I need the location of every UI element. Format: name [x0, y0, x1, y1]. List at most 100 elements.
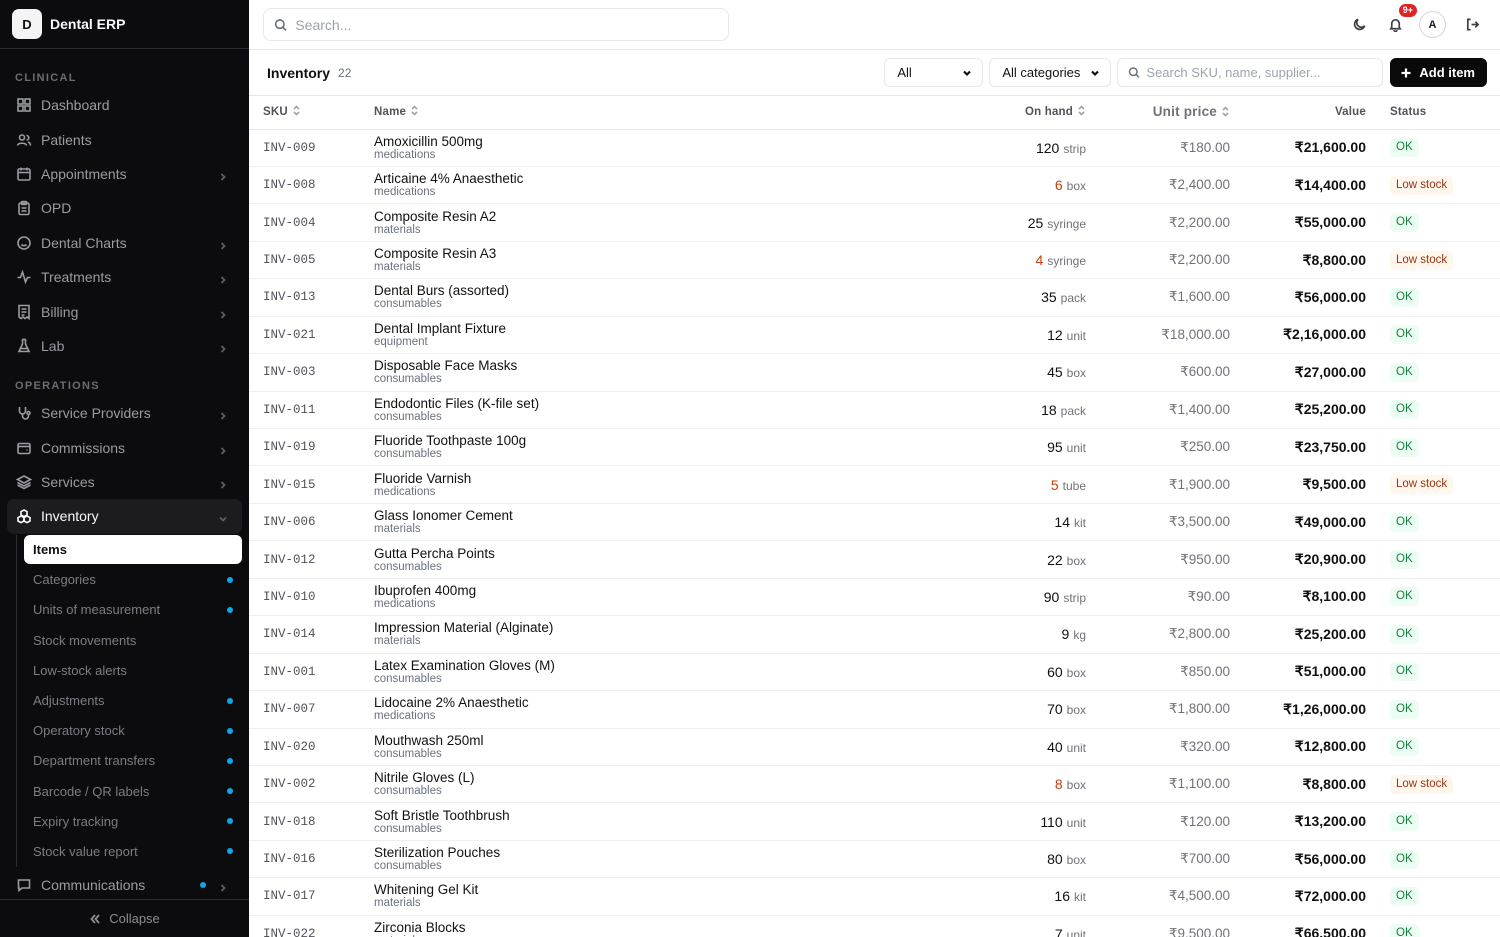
global-search[interactable] — [263, 8, 729, 41]
item-name[interactable]: Composite Resin A3 — [374, 246, 954, 261]
table-row[interactable]: INV-010 Ibuprofen 400mg medications 90 strip… — [249, 578, 1500, 616]
table-row[interactable]: INV-008 Articaine 4% Anaesthetic medicatio… — [249, 166, 1500, 204]
cell-on-hand: 45 box — [954, 354, 1094, 391]
sidebar-item-lab[interactable]: Lab — [7, 329, 242, 363]
sidebar-item-communications[interactable]: Communications — [7, 868, 242, 899]
table-row[interactable]: INV-016 Sterilization Pouches consumables 8… — [249, 840, 1500, 878]
item-name[interactable]: Mouthwash 250ml — [374, 733, 954, 748]
table-row[interactable]: INV-018 Soft Bristle Toothbrush consumable… — [249, 803, 1500, 841]
item-name[interactable]: Disposable Face Masks — [374, 358, 954, 373]
category-filter-select[interactable]: All categories — [989, 58, 1112, 87]
collapse-button[interactable]: Collapse — [0, 899, 249, 937]
sidebar-item-dental-charts[interactable]: Dental Charts — [7, 226, 242, 260]
global-search-input[interactable] — [295, 16, 718, 33]
column-header-sku[interactable]: SKU — [249, 96, 374, 130]
column-header-on-hand[interactable]: On hand — [954, 96, 1094, 130]
table-row[interactable]: INV-002 Nitrile Gloves (L) consumables 8 box… — [249, 765, 1500, 803]
table-row[interactable]: INV-004 Composite Resin A2 materials 25 syri… — [249, 204, 1500, 242]
submenu-item-stock-value-report[interactable]: Stock value report — [24, 836, 242, 866]
table-row[interactable]: INV-006 Glass Ionomer Cement materials 14 ki… — [249, 503, 1500, 541]
sidebar-item-services[interactable]: Services — [7, 465, 242, 499]
submenu-item-items[interactable]: Items — [24, 534, 242, 564]
submenu-item-department-transfers[interactable]: Department transfers — [24, 746, 242, 776]
table-row[interactable]: INV-020 Mouthwash 250ml consumables 40 unit ₹… — [249, 728, 1500, 766]
quantity: 18 — [1041, 401, 1057, 418]
sidebar-item-appointments[interactable]: Appointments — [7, 157, 242, 191]
notification-dot — [227, 848, 233, 855]
item-name[interactable]: Glass Ionomer Cement — [374, 508, 954, 523]
cell-sku: INV-014 — [263, 627, 316, 642]
table-row[interactable]: INV-005 Composite Resin A3 materials 4 syrin… — [249, 241, 1500, 279]
logout-button[interactable] — [1458, 11, 1486, 39]
cell-sku: INV-001 — [263, 664, 316, 679]
item-name[interactable]: Sterilization Pouches — [374, 845, 954, 860]
table-row[interactable]: INV-022Zirconia Blocksmaterials7unit₹9,5… — [249, 915, 1500, 937]
submenu-item-adjustments[interactable]: Adjustments — [24, 685, 242, 715]
item-name[interactable]: Endodontic Files (K-file set) — [374, 396, 954, 411]
status-filter-select[interactable]: All — [884, 58, 984, 87]
item-name[interactable]: Dental Implant Fixture — [374, 321, 954, 336]
brand[interactable]: D Dental ERP — [0, 0, 249, 49]
status-badge: OK — [1390, 325, 1419, 345]
item-name[interactable]: Impression Material (Alginate) — [374, 620, 954, 635]
item-name[interactable]: Whitening Gel Kit — [374, 882, 954, 897]
status-badge: Low stock — [1390, 175, 1454, 195]
cell-value: ₹2,16,000.00 — [1283, 326, 1366, 343]
notifications-button[interactable]: 9+ — [1381, 3, 1417, 39]
submenu-item-units-of-measurement[interactable]: Units of measurement — [24, 595, 242, 625]
column-header-name[interactable]: Name — [374, 96, 954, 130]
table-row[interactable]: INV-009 Amoxicillin 500mg medications 120st… — [249, 129, 1500, 167]
item-name[interactable]: Ibuprofen 400mg — [374, 583, 954, 598]
theme-toggle-button[interactable] — [1345, 11, 1373, 39]
item-category: materials — [374, 897, 421, 910]
table-row[interactable]: INV-014 Impression Material (Alginate) mat… — [249, 616, 1500, 654]
item-name[interactable]: Articaine 4% Anaesthetic — [374, 171, 954, 186]
sidebar-item-opd[interactable]: OPD — [7, 191, 242, 225]
sidebar-item-service-providers[interactable]: Service Providers — [7, 396, 242, 430]
table-row[interactable]: INV-007 Lidocaine 2% Anaesthetic medicatio… — [249, 691, 1500, 728]
sidebar-item-inventory[interactable]: Inventory — [7, 499, 242, 534]
cell-unit-price: ₹2,200.00 — [1168, 214, 1230, 230]
item-name[interactable]: Amoxicillin 500mg — [374, 134, 954, 149]
inventory-search-input[interactable] — [1146, 65, 1373, 80]
column-header-unit-price[interactable]: Unit price — [1094, 96, 1230, 130]
item-name[interactable]: Composite Resin A2 — [374, 209, 954, 224]
cell-name: Fluoride Varnish medications — [374, 466, 954, 503]
submenu-item-stock-movements[interactable]: Stock movements — [24, 625, 242, 655]
item-name[interactable]: Latex Examination Gloves (M) — [374, 658, 954, 673]
submenu-item-low-stock-alerts[interactable]: Low-stock alerts — [24, 655, 242, 685]
inventory-search[interactable] — [1117, 58, 1384, 87]
sidebar-item-patients[interactable]: Patients — [7, 122, 242, 156]
table-row[interactable]: INV-011 Endodontic Files (K-file set) cons… — [249, 391, 1500, 429]
submenu-item-expiry-tracking[interactable]: Expiry tracking — [24, 806, 242, 836]
item-name[interactable]: Lidocaine 2% Anaesthetic — [374, 695, 954, 710]
sidebar-nav: CLINICAL Dashboard Patients Appointments OP… — [0, 49, 249, 899]
item-name[interactable]: Zirconia Blocks — [374, 920, 954, 935]
submenu-item-operatory-stock[interactable]: Operatory stock — [24, 716, 242, 746]
submenu-item-categories[interactable]: Categories — [24, 565, 242, 595]
table-row[interactable]: INV-015 Fluoride Varnish medications 5 tube ₹… — [249, 466, 1500, 504]
item-name[interactable]: Dental Burs (assorted) — [374, 283, 954, 298]
avatar[interactable]: A — [1419, 11, 1446, 38]
table-row[interactable]: INV-003 Disposable Face Masks consumables 4… — [249, 354, 1500, 392]
table-row[interactable]: INV-021 Dental Implant Fixture equipment 12… — [249, 316, 1500, 354]
add-item-button[interactable]: Add item — [1390, 58, 1487, 87]
item-name[interactable]: Gutta Percha Points — [374, 546, 954, 561]
item-name[interactable]: Soft Bristle Toothbrush — [374, 808, 954, 823]
item-name[interactable]: Nitrile Gloves (L) — [374, 770, 954, 785]
sidebar-item-treatments[interactable]: Treatments — [7, 260, 242, 294]
sidebar-item-billing[interactable]: Billing — [7, 294, 242, 328]
cell-name: Ibuprofen 400mg medications — [374, 578, 954, 615]
table-row[interactable]: INV-001 Latex Examination Gloves (M) consu… — [249, 653, 1500, 691]
sidebar-item-commissions[interactable]: Commissions — [7, 431, 242, 465]
table-row[interactable]: INV-013 Dental Burs (assorted) consumables… — [249, 279, 1500, 317]
sidebar-item-dashboard[interactable]: Dashboard — [7, 88, 242, 122]
table-row[interactable]: INV-012 Gutta Percha Points consumables 22 b… — [249, 541, 1500, 579]
quantity: 16 — [1054, 888, 1070, 905]
item-name[interactable]: Fluoride Toothpaste 100g — [374, 433, 954, 448]
unit: box — [1066, 853, 1086, 868]
submenu-item-barcode-qr-labels[interactable]: Barcode / QR labels — [24, 776, 242, 806]
table-row[interactable]: INV-019 Fluoride Toothpaste 100g consumabl… — [249, 429, 1500, 466]
item-name[interactable]: Fluoride Varnish — [374, 471, 954, 486]
table-row[interactable]: INV-017 Whitening Gel Kit materials 16 kit ₹4… — [249, 878, 1500, 916]
